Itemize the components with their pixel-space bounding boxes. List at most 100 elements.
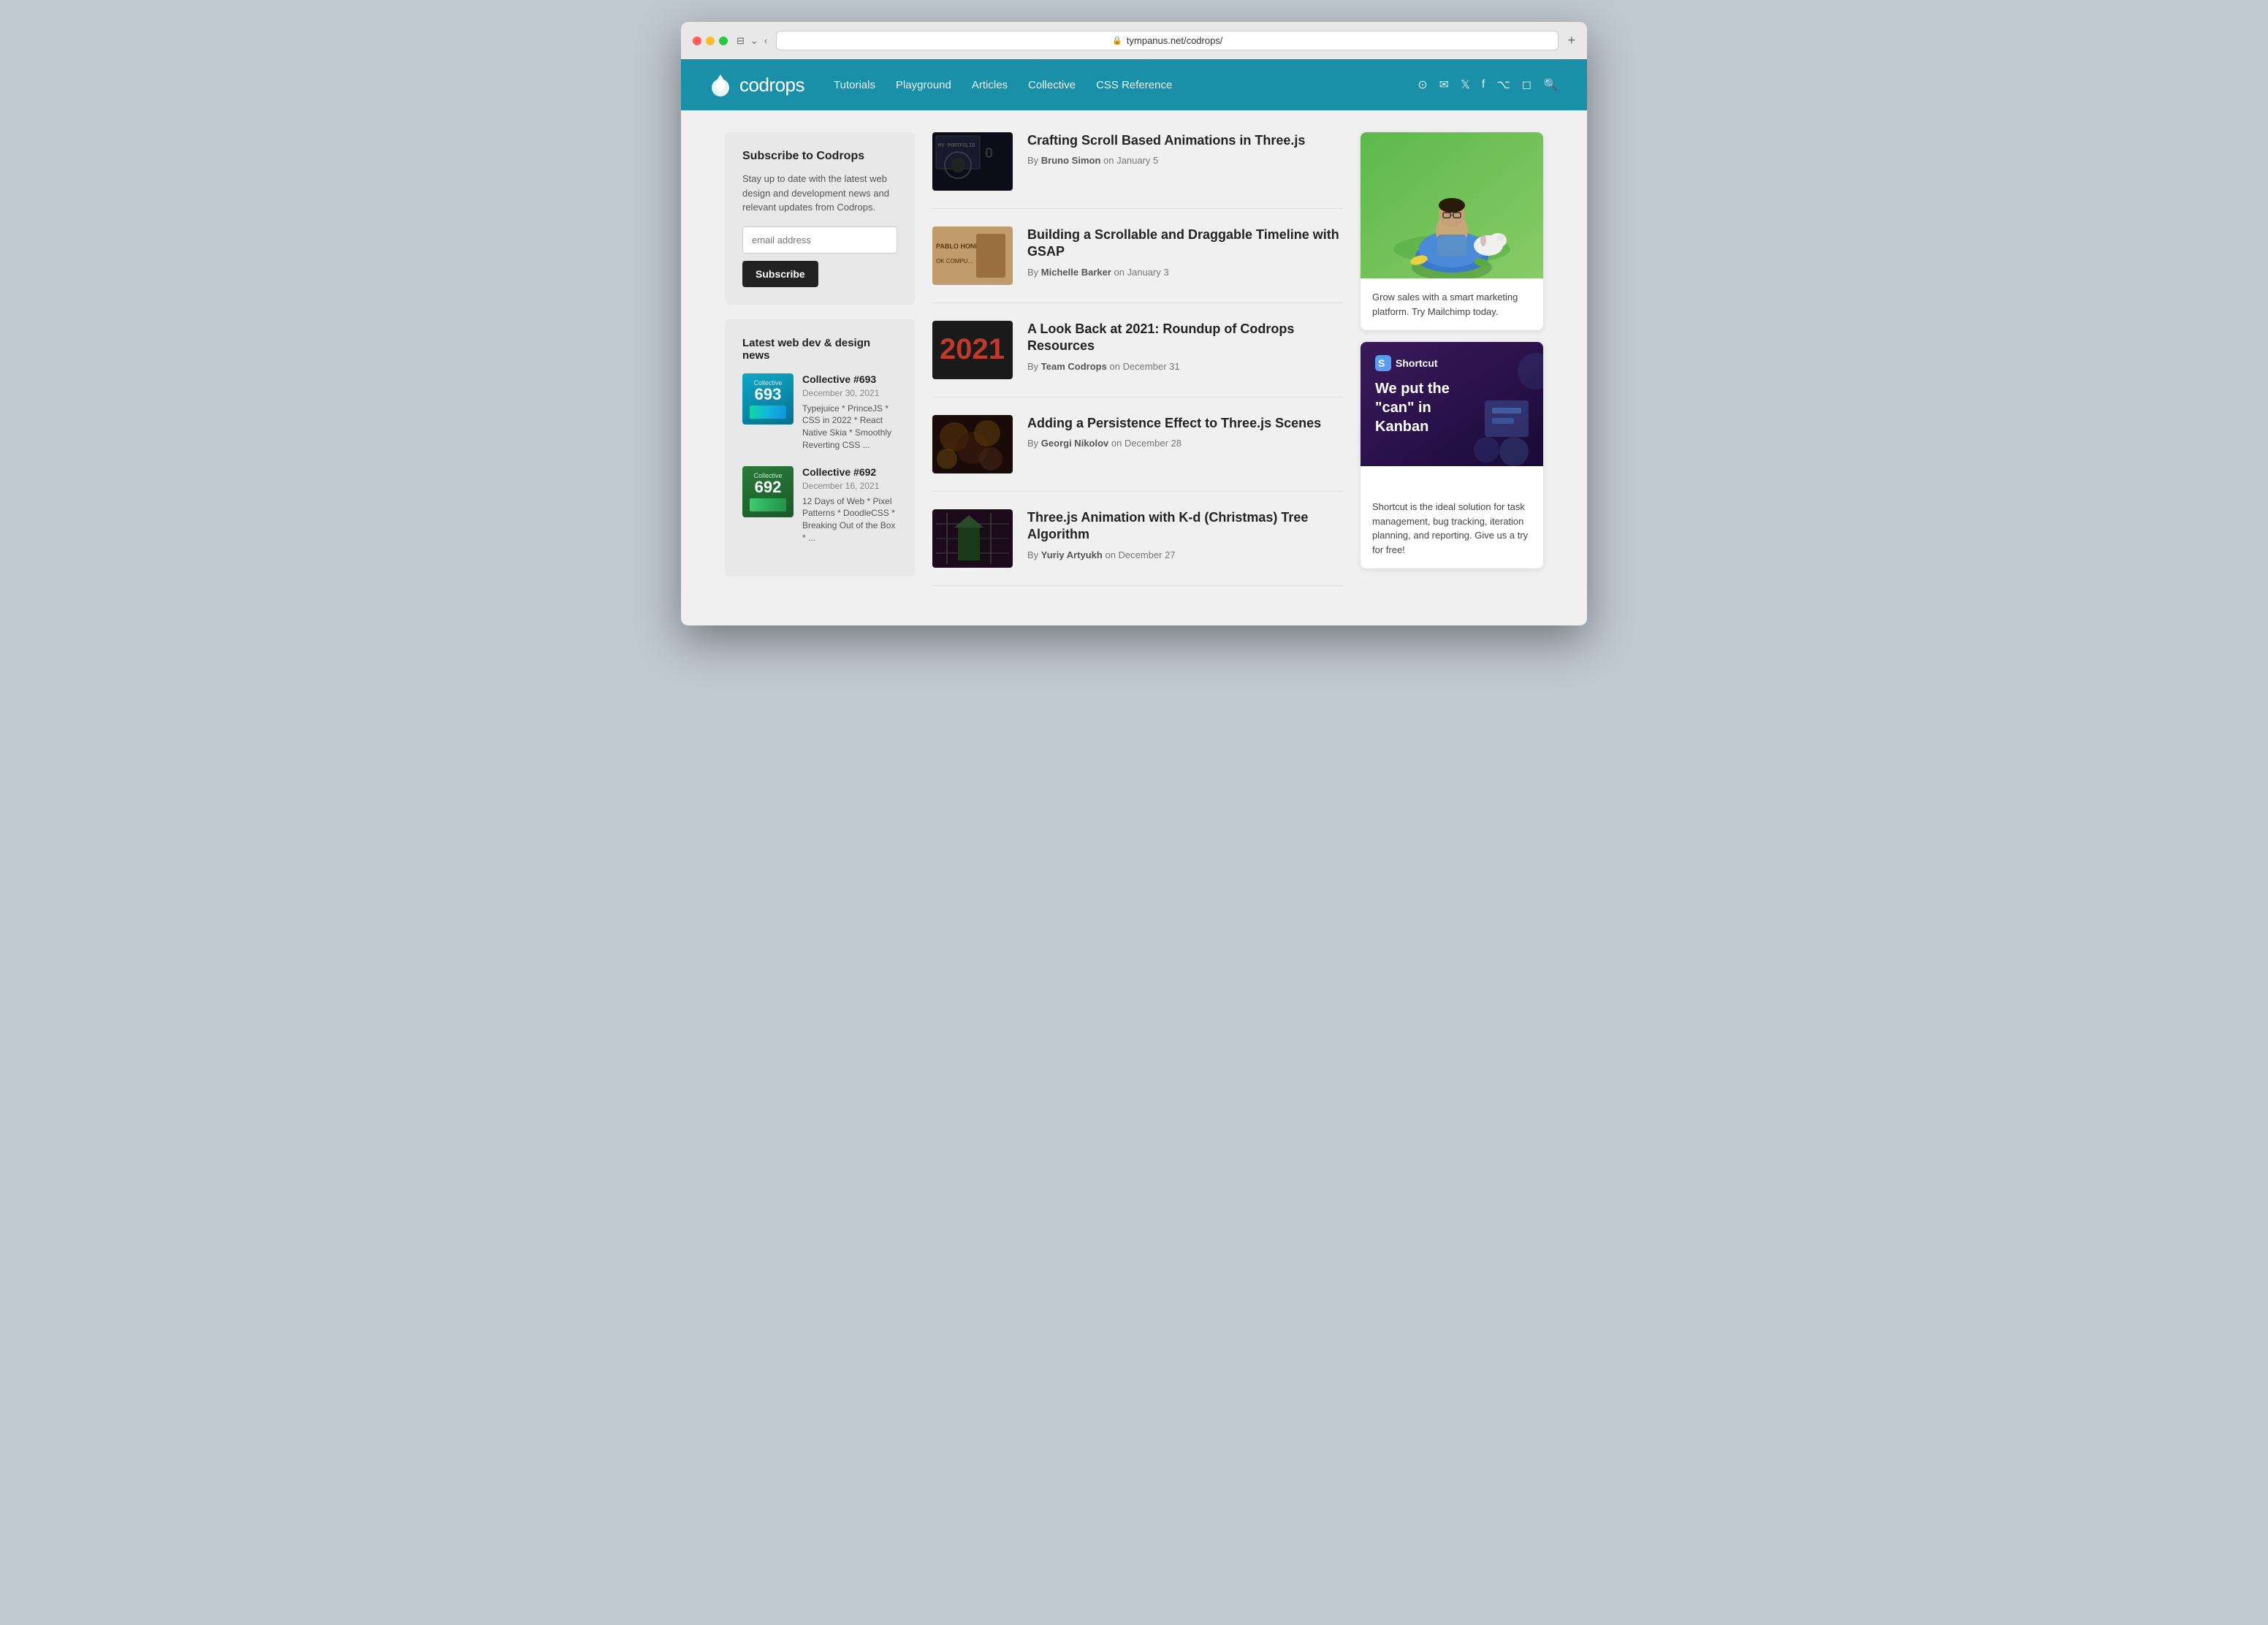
subscribe-button[interactable]: Subscribe: [742, 261, 818, 287]
collective-692-thumb[interactable]: Collective 692: [742, 466, 794, 517]
collective-692-title[interactable]: Collective #692: [802, 466, 897, 478]
shortcut-ad-description: Shortcut is the ideal solution for task …: [1372, 501, 1528, 555]
nav-tutorials[interactable]: Tutorials: [834, 79, 875, 91]
svg-text:"can" in: "can" in: [1375, 400, 1431, 416]
close-button[interactable]: [693, 37, 701, 45]
header-icons: ⊙ ✉ 𝕏 f ⌥ ◻ 🔍: [1418, 77, 1558, 92]
article-1-date-prefix: on: [1103, 155, 1116, 166]
collective-label: Collective: [753, 472, 782, 479]
table-row: PABLO HONEY OK COMPU... Building a Scrol…: [932, 227, 1343, 303]
search-icon[interactable]: 🔍: [1543, 77, 1558, 92]
email-input[interactable]: [742, 227, 897, 254]
site: codrops Tutorials Playground Articles Co…: [681, 59, 1587, 625]
site-content: Subscribe to Codrops Stay up to date wit…: [696, 110, 1572, 625]
article-1-meta: By Bruno Simon on January 5: [1027, 155, 1305, 166]
article-5-info: Three.js Animation with K-d (Christmas) …: [1027, 509, 1343, 568]
collective-thumb-image: Collective 692: [742, 466, 794, 517]
collective-thumb-image: Collective 693: [742, 373, 794, 425]
shortcut-ad-text: Shortcut is the ideal solution for task …: [1361, 488, 1543, 568]
rss-icon[interactable]: ⊙: [1418, 77, 1427, 92]
collective-692-date: December 16, 2021: [802, 481, 897, 491]
article-thumb-svg: MY PORTFOLIO 0: [932, 132, 1013, 191]
github-icon[interactable]: ⌥: [1496, 77, 1510, 92]
traffic-lights: [693, 37, 728, 45]
logo-icon: [710, 73, 731, 96]
article-3-thumb[interactable]: 2021: [932, 321, 1013, 379]
article-3-title[interactable]: A Look Back at 2021: Roundup of Codrops …: [1027, 321, 1343, 355]
chevron-down-icon[interactable]: ⌄: [750, 35, 758, 47]
left-sidebar: Subscribe to Codrops Stay up to date wit…: [725, 132, 915, 604]
article-5-title[interactable]: Three.js Animation with K-d (Christmas) …: [1027, 509, 1343, 544]
collective-692-info: Collective #692 December 16, 2021 12 Day…: [802, 466, 897, 544]
fullscreen-button[interactable]: [719, 37, 728, 45]
instagram-icon[interactable]: ◻: [1522, 77, 1531, 92]
collective-693-thumb[interactable]: Collective 693: [742, 373, 794, 425]
browser-controls: ⊟ ⌄ ‹: [737, 35, 767, 47]
article-2-date: January 3: [1127, 267, 1169, 278]
nav-articles[interactable]: Articles: [972, 79, 1008, 91]
facebook-icon[interactable]: f: [1482, 78, 1485, 91]
nav-playground[interactable]: Playground: [896, 79, 951, 91]
mailchimp-ad-svg: [1361, 132, 1543, 278]
article-2-meta: By Michelle Barker on January 3: [1027, 267, 1343, 278]
table-row: MY PORTFOLIO 0 Crafting Scroll Based Ani…: [932, 132, 1343, 209]
article-4-date: December 28: [1125, 438, 1181, 449]
browser-window: ⊟ ⌄ ‹ 🔒 tympanus.net/codrops/ +: [681, 22, 1587, 625]
article-4-title[interactable]: Adding a Persistence Effect to Three.js …: [1027, 415, 1321, 432]
minimize-button[interactable]: [706, 37, 715, 45]
news-box: Latest web dev & design news Collective …: [725, 319, 915, 576]
article-4-info: Adding a Persistence Effect to Three.js …: [1027, 415, 1321, 473]
article-2-thumb[interactable]: PABLO HONEY OK COMPU...: [932, 227, 1013, 285]
article-1-info: Crafting Scroll Based Animations in Thre…: [1027, 132, 1305, 191]
collective-693-date: December 30, 2021: [802, 388, 897, 398]
main-articles: MY PORTFOLIO 0 Crafting Scroll Based Ani…: [932, 132, 1343, 604]
article-4-meta: By Georgi Nikolov on December 28: [1027, 438, 1321, 449]
article-4-author: Georgi Nikolov: [1041, 438, 1108, 449]
article-1-date: January 5: [1116, 155, 1158, 166]
article-3-info: A Look Back at 2021: Roundup of Codrops …: [1027, 321, 1343, 379]
mailchimp-ad: Grow sales with a smart marketing platfo…: [1361, 132, 1543, 330]
article-3-author: Team Codrops: [1041, 361, 1107, 372]
table-row: Three.js Animation with K-d (Christmas) …: [932, 509, 1343, 586]
nav-collective[interactable]: Collective: [1028, 79, 1076, 91]
collective-693-title[interactable]: Collective #693: [802, 373, 897, 385]
svg-text:OK COMPU...: OK COMPU...: [936, 258, 973, 265]
email-icon[interactable]: ✉: [1439, 77, 1449, 92]
svg-text:Kanban: Kanban: [1375, 419, 1428, 435]
mailchimp-ad-description: Grow sales with a smart marketing platfo…: [1372, 292, 1518, 317]
article-5-thumb[interactable]: [932, 509, 1013, 568]
nav-css-reference[interactable]: CSS Reference: [1096, 79, 1172, 91]
site-header: codrops Tutorials Playground Articles Co…: [681, 59, 1587, 110]
article-thumb-svg: PABLO HONEY OK COMPU...: [932, 227, 1013, 285]
new-tab-button[interactable]: +: [1567, 33, 1575, 48]
svg-text:S: S: [1378, 357, 1385, 369]
news-title: Latest web dev & design news: [742, 337, 897, 362]
twitter-icon[interactable]: 𝕏: [1461, 77, 1470, 92]
svg-text:MY PORTFOLIO: MY PORTFOLIO: [938, 142, 975, 148]
article-1-title[interactable]: Crafting Scroll Based Animations in Thre…: [1027, 132, 1305, 149]
mailchimp-ad-text: Grow sales with a smart marketing platfo…: [1361, 278, 1543, 330]
logo-link[interactable]: codrops: [710, 73, 804, 96]
collective-692-desc: 12 Days of Web * Pixel Patterns * Doodle…: [802, 495, 897, 544]
list-item: Collective 693 Collective #693 December …: [742, 373, 897, 452]
svg-text:2021: 2021: [940, 333, 1005, 365]
mailchimp-ad-image[interactable]: [1361, 132, 1543, 278]
main-nav: Tutorials Playground Articles Collective…: [834, 79, 1418, 91]
subscribe-box: Subscribe to Codrops Stay up to date wit…: [725, 132, 915, 305]
article-5-author: Yuriy Artyukh: [1041, 549, 1103, 560]
article-2-author: Michelle Barker: [1041, 267, 1111, 278]
back-icon[interactable]: ‹: [764, 35, 767, 46]
list-item: Collective 692 Collective #692 December …: [742, 466, 897, 544]
article-1-thumb[interactable]: MY PORTFOLIO 0: [932, 132, 1013, 191]
shortcut-ad-image[interactable]: S Shortcut We put the "can" in Kanban: [1361, 342, 1543, 488]
address-bar[interactable]: 🔒 tympanus.net/codrops/: [776, 31, 1559, 50]
article-4-thumb[interactable]: [932, 415, 1013, 473]
shortcut-ad: S Shortcut We put the "can" in Kanban: [1361, 342, 1543, 568]
collective-693-desc: Typejuice * PrinceJS * CSS in 2022 * Rea…: [802, 403, 897, 452]
subscribe-title: Subscribe to Codrops: [742, 150, 897, 163]
sidebar-toggle-icon[interactable]: ⊟: [737, 35, 745, 47]
right-sidebar: Grow sales with a smart marketing platfo…: [1361, 132, 1543, 604]
article-2-info: Building a Scrollable and Draggable Time…: [1027, 227, 1343, 285]
article-2-title[interactable]: Building a Scrollable and Draggable Time…: [1027, 227, 1343, 261]
article-thumb-svg: [932, 509, 1013, 568]
